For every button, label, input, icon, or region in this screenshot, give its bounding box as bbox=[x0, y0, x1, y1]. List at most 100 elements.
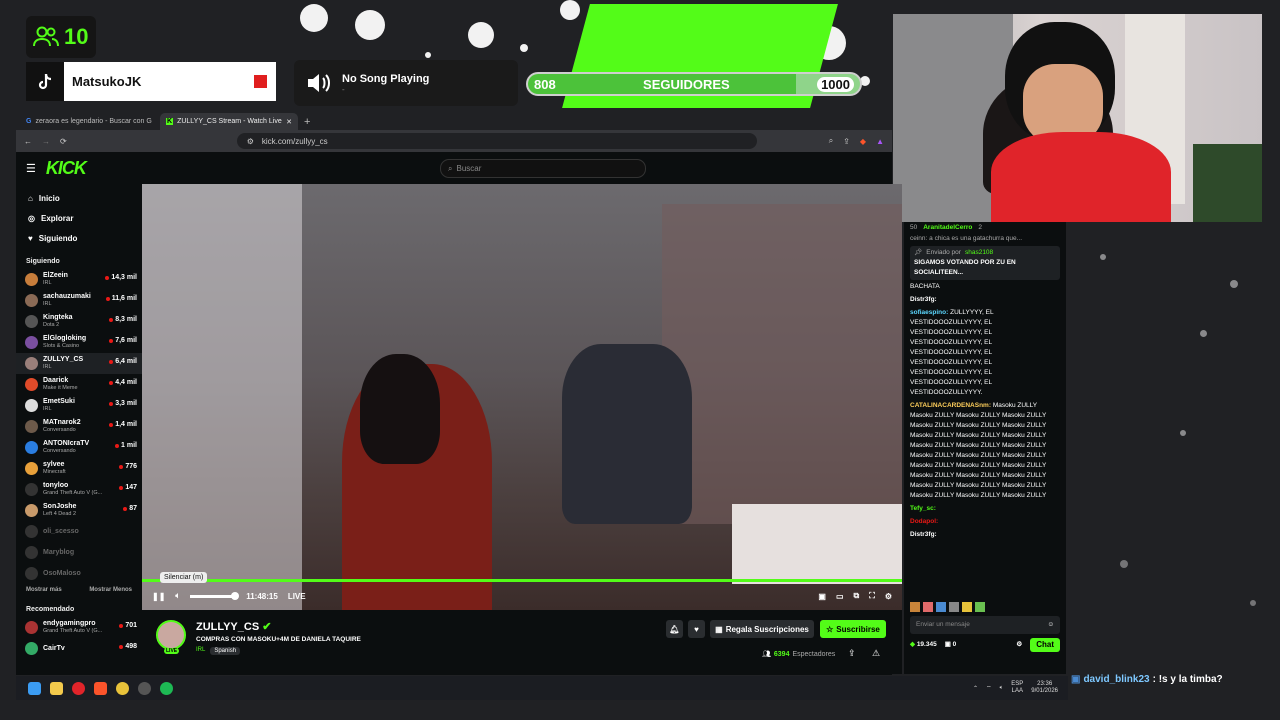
chat-message[interactable]: Distr3fg: bbox=[910, 530, 1060, 540]
channel-name: sylvee bbox=[43, 461, 65, 468]
search-input[interactable]: ⌕ Buscar bbox=[440, 159, 646, 178]
chat-message[interactable]: sofiaespino: ZULLYYYY, EL VESTIDOOOZULLY… bbox=[910, 308, 1060, 398]
chat-username[interactable]: CATALINACARDENASnm: bbox=[910, 402, 993, 409]
playback-progress[interactable] bbox=[142, 579, 902, 582]
sidebar-channel[interactable]: Daarick Make it Meme 4,4 mil bbox=[16, 374, 142, 395]
sidebar-channel[interactable]: Kingteka Dota 2 8,3 mil bbox=[16, 311, 142, 332]
top-gifter-user[interactable]: AranitadelCerro bbox=[923, 223, 972, 233]
chat-message[interactable]: BACHATA bbox=[910, 282, 1060, 292]
show-more-link[interactable]: Mostrar más bbox=[26, 587, 62, 593]
chat-username[interactable]: sofiaespino: bbox=[910, 309, 950, 316]
nav-explorar[interactable]: ◎ Explorar bbox=[16, 208, 142, 228]
nav-inicio[interactable]: ⌂ Inicio bbox=[16, 188, 142, 208]
language-tag[interactable]: Spanish bbox=[210, 647, 241, 655]
chat-username[interactable]: Dodapol: bbox=[910, 518, 938, 525]
chat-input[interactable]: Enviar un mensaje ☺ bbox=[910, 616, 1060, 634]
pause-icon[interactable]: ❚❚ bbox=[152, 592, 165, 601]
sidebar-channel[interactable]: ElZeein IRL 14,3 mil bbox=[16, 269, 142, 290]
obs-icon[interactable] bbox=[138, 681, 151, 695]
windows-start-icon[interactable] bbox=[28, 681, 41, 695]
tab-google-search[interactable]: Gzeraora es legendario - Buscar con G bbox=[20, 113, 158, 130]
app-icon[interactable] bbox=[116, 681, 129, 695]
chat-settings-icon[interactable]: ⚙ bbox=[1016, 640, 1022, 650]
live-indicator[interactable]: LIVE bbox=[288, 592, 306, 601]
url-field[interactable]: ⚙ kick.com/zullyy_cs bbox=[236, 133, 757, 149]
kick-logo[interactable]: KICK bbox=[46, 158, 87, 179]
sidebar-channel[interactable]: ANTONIcraTV Conversando 1 mil bbox=[16, 437, 142, 458]
gift-count[interactable]: ▣ 0 bbox=[945, 640, 957, 650]
tab-kick-stream[interactable]: K ZULLYY_CS Stream - Watch Live ✕ bbox=[160, 113, 298, 130]
channel-name: Maryblog bbox=[43, 548, 75, 556]
back-icon[interactable]: ← bbox=[24, 137, 32, 146]
kick-topnav: ☰ KICK ⌕ Buscar bbox=[16, 152, 892, 184]
brave-icon[interactable] bbox=[94, 681, 107, 695]
new-tab-icon[interactable]: + bbox=[304, 116, 310, 128]
wifi-icon[interactable]: ⌔ bbox=[986, 684, 992, 692]
chat-message[interactable]: Dodapol: bbox=[910, 517, 1060, 527]
theater-icon[interactable]: ▭ bbox=[836, 592, 844, 601]
forward-icon[interactable]: → bbox=[42, 137, 50, 146]
volume-tray-icon[interactable]: 🔈︎ bbox=[1000, 685, 1004, 692]
volume-icon[interactable]: 🔈︎ bbox=[175, 591, 180, 601]
category-link[interactable]: IRL bbox=[196, 647, 205, 655]
chat-username[interactable]: Tefy_sc: bbox=[910, 505, 936, 512]
sidebar-channel[interactable]: MATnarok2 Conversando 1,4 mil bbox=[16, 416, 142, 437]
sidebar-channel[interactable]: SonJoshe Left 4 Dead 2 87 bbox=[16, 500, 142, 521]
sidebar-channel[interactable]: tonyloo Grand Theft Auto V (G... 147 bbox=[16, 479, 142, 500]
recommended-heading: Recomendado bbox=[26, 606, 75, 613]
rewards-icon[interactable]: ▲ bbox=[876, 137, 884, 146]
chat-message[interactable]: Distr3fg: bbox=[910, 295, 1060, 305]
send-chat-button[interactable]: Chat bbox=[1030, 638, 1060, 652]
sidebar-channel-offline[interactable]: Maryblog bbox=[16, 542, 142, 563]
song-subtitle: - bbox=[342, 84, 345, 94]
settings-icon[interactable]: ⚙ bbox=[885, 592, 892, 601]
tray-chevron-icon[interactable]: ⌃ bbox=[973, 685, 978, 692]
notify-button[interactable]: 🔔︎ bbox=[666, 620, 683, 638]
zoom-icon[interactable]: ⌕ bbox=[829, 136, 833, 146]
sidebar-channel[interactable]: EmetSuki IRL 3,3 mil bbox=[16, 395, 142, 416]
points-display[interactable]: ◆ 19.345 bbox=[910, 640, 937, 650]
sidebar-channel-offline[interactable]: OsoMaloso bbox=[16, 563, 142, 584]
share-icon[interactable]: ⇪ bbox=[843, 137, 850, 146]
share-icon[interactable]: ⇪ bbox=[848, 648, 856, 659]
offline-list: oli_scesso Maryblog OsoMaloso bbox=[16, 521, 142, 584]
pinned-message[interactable]: 📌︎ Enviado por shas2108 SIGAMOS VOTANDO PO… bbox=[910, 246, 1060, 280]
emoji-icon[interactable]: ☺ bbox=[1047, 620, 1054, 630]
fullscreen-icon[interactable]: ⛶ bbox=[869, 591, 875, 601]
pip-icon[interactable]: ⧉ bbox=[854, 591, 860, 601]
sidebar: ⌂ Inicio ◎ Explorar ♥ Siguiendo Siguiendo E… bbox=[16, 184, 142, 674]
volume-slider[interactable] bbox=[190, 591, 240, 600]
chat-message[interactable]: CATALINACARDENASnm: Masoku ZULLY Masoku … bbox=[910, 401, 1060, 501]
chat-username[interactable]: Distr3fg: bbox=[910, 296, 937, 303]
sidebar-channel[interactable]: endygamingpro Grand Theft Auto V (G... 701 bbox=[16, 617, 142, 638]
menu-icon[interactable]: ☰ bbox=[26, 162, 36, 175]
reload-icon[interactable]: ⟳ bbox=[60, 137, 67, 146]
channel-avatar[interactable] bbox=[156, 620, 186, 650]
sidebar-channel[interactable]: sachauzumaki IRL 11,6 mil bbox=[16, 290, 142, 311]
sidebar-channel[interactable]: ElGlogloking Slots & Casino 7,6 mil bbox=[16, 332, 142, 353]
clock[interactable]: 23:36 9/01/2026 bbox=[1031, 681, 1058, 695]
mute-tooltip: Silenciar (m) bbox=[160, 572, 208, 583]
lang-indicator[interactable]: ESP bbox=[1011, 681, 1023, 687]
brave-shield-icon[interactable]: ◆ bbox=[860, 137, 866, 146]
spotify-icon[interactable] bbox=[160, 681, 173, 695]
file-explorer-icon[interactable] bbox=[50, 681, 63, 695]
sidebar-channel[interactable]: sylvee Minecraft 776 bbox=[16, 458, 142, 479]
show-less-link[interactable]: Mostrar Menos bbox=[89, 587, 132, 593]
clip-icon[interactable]: ▣ bbox=[818, 592, 826, 601]
channel-name: ElGlogloking bbox=[43, 335, 87, 342]
close-tab-icon[interactable]: ✕ bbox=[286, 118, 292, 126]
gift-subs-button[interactable]: ▦ Regala Suscripciones bbox=[710, 620, 814, 638]
chat-message[interactable]: Tefy_sc: bbox=[910, 504, 1060, 514]
sidebar-channel[interactable]: ZULLYY_CS IRL 6,4 mil bbox=[16, 353, 142, 374]
nav-siguiendo[interactable]: ♥ Siguiendo bbox=[16, 228, 142, 248]
subscribe-button[interactable]: ☆ Suscribirse bbox=[820, 620, 886, 638]
report-icon[interactable]: ⚠ bbox=[872, 648, 880, 659]
opera-icon[interactable] bbox=[72, 681, 85, 695]
sidebar-channel[interactable]: CairTv 498 bbox=[16, 638, 142, 659]
channel-name[interactable]: ZULLYY_CS ✔ bbox=[196, 620, 271, 633]
video-player[interactable]: Silenciar (m) ❚❚ 🔈︎ 11:48:15 LIVE ▣ ▭ ⧉ … bbox=[142, 184, 902, 610]
follow-button[interactable]: ♥ bbox=[688, 620, 705, 638]
chat-username[interactable]: Distr3fg: bbox=[910, 531, 937, 538]
sidebar-channel-offline[interactable]: oli_scesso bbox=[16, 521, 142, 542]
